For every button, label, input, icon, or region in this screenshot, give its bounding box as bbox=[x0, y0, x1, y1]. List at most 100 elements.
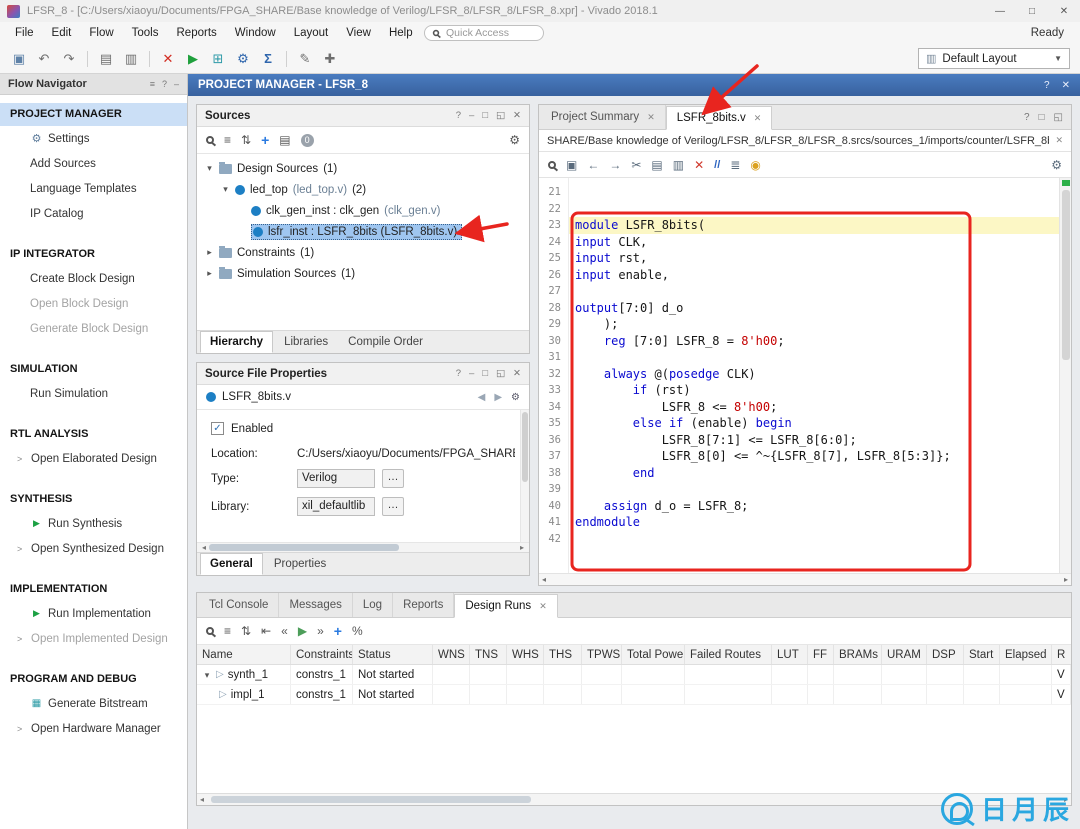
run-icon[interactable]: ▶ bbox=[298, 624, 307, 638]
copy-icon[interactable]: ▤ bbox=[651, 158, 662, 172]
vertical-scrollbar[interactable] bbox=[520, 410, 529, 542]
menu-reports[interactable]: Reports bbox=[168, 22, 226, 44]
scroll-right-icon[interactable]: ▸ bbox=[1064, 575, 1068, 584]
expand-icon[interactable]: > bbox=[17, 724, 26, 734]
flow-nav-item-open-synthesized-design[interactable]: > Open Synthesized Design bbox=[0, 536, 187, 561]
help-icon[interactable]: ? bbox=[456, 110, 461, 121]
collapse-icon[interactable]: ▾ bbox=[202, 665, 212, 684]
menu-tools[interactable]: Tools bbox=[123, 22, 168, 44]
go-to-start-icon[interactable]: ⇤ bbox=[261, 624, 271, 638]
vertical-scrollbar[interactable] bbox=[1059, 178, 1071, 573]
report-icon[interactable]: ▤ bbox=[95, 48, 117, 70]
code-line[interactable]: end bbox=[569, 465, 1059, 482]
float-icon[interactable]: ◱ bbox=[496, 110, 505, 121]
paste-icon[interactable]: ▥ bbox=[673, 158, 684, 172]
collapse-all-icon[interactable]: ≡ bbox=[224, 624, 231, 638]
back-icon[interactable]: ← bbox=[587, 158, 599, 172]
flow-nav-item-run-implementation[interactable]: ▶ Run Implementation bbox=[0, 601, 187, 626]
close-icon[interactable]: ✕ bbox=[1062, 80, 1070, 91]
maximize-icon[interactable]: □ bbox=[482, 368, 488, 379]
column-header-tpws[interactable]: TPWS bbox=[582, 645, 622, 664]
code-line[interactable]: input CLK, bbox=[569, 234, 1059, 251]
source-tree-item-constraints[interactable]: ▸ Constraints (1) bbox=[197, 242, 529, 263]
toggle-comment-icon[interactable]: // bbox=[714, 159, 720, 171]
tab-project-summary[interactable]: Project Summary ✕ bbox=[541, 105, 666, 129]
menu-file[interactable]: File bbox=[6, 22, 43, 44]
messages-count-badge[interactable]: 0 bbox=[300, 133, 314, 147]
column-header-elapsed[interactable]: Elapsed bbox=[1000, 645, 1052, 664]
close-icon[interactable]: ✕ bbox=[754, 106, 762, 130]
column-header-whs[interactable]: WHS bbox=[507, 645, 544, 664]
column-header-dsp[interactable]: DSP bbox=[927, 645, 964, 664]
tab-log[interactable]: Log bbox=[353, 593, 394, 617]
redo-icon[interactable]: ↷ bbox=[58, 48, 80, 70]
horizontal-scrollbar[interactable]: ◂ ▸ bbox=[197, 793, 1071, 805]
horizontal-scrollbar[interactable]: ◂ ▸ bbox=[197, 542, 529, 552]
help-icon[interactable]: ? bbox=[1044, 80, 1050, 91]
run-row-impl-1[interactable]: ▷ impl_1 constrs_1 Not started V bbox=[197, 685, 1071, 705]
flow-nav-item-settings[interactable]: ⚙ Settings bbox=[0, 126, 187, 151]
help-icon[interactable]: ? bbox=[1024, 112, 1030, 123]
gear-icon[interactable]: ⚙ bbox=[511, 392, 520, 403]
code-line[interactable] bbox=[569, 531, 1059, 548]
scrollbar-thumb[interactable] bbox=[209, 544, 399, 551]
flow-nav-section-synthesis[interactable]: SYNTHESIS bbox=[0, 488, 187, 511]
column-header-r[interactable]: R bbox=[1052, 645, 1071, 664]
column-header-ths[interactable]: THS bbox=[544, 645, 582, 664]
flow-nav-item-open-implemented-design[interactable]: > Open Implemented Design bbox=[0, 626, 187, 651]
flow-nav-section-simulation[interactable]: SIMULATION bbox=[0, 358, 187, 381]
save-icon[interactable]: ▣ bbox=[566, 158, 577, 172]
close-icon[interactable]: ✕ bbox=[1055, 135, 1063, 146]
code-editor[interactable]: 21 22 23 24 25 26 27 28 29 30 31 32 33 34 35 36 37 38 39 40… bbox=[539, 178, 1071, 573]
code-line[interactable] bbox=[569, 201, 1059, 218]
caret-icon[interactable]: ▸ bbox=[205, 268, 214, 279]
flow-navigator-icon[interactable]: ⊞ bbox=[207, 48, 229, 70]
horizontal-scrollbar[interactable]: ◂ ▸ bbox=[539, 573, 1071, 585]
flow-nav-item-create-block-design[interactable]: Create Block Design bbox=[0, 266, 187, 291]
browse-library-button[interactable]: … bbox=[382, 497, 404, 516]
minimize-icon[interactable]: – bbox=[469, 368, 474, 379]
clipboard-icon[interactable]: ▥ bbox=[120, 48, 142, 70]
enabled-checkbox[interactable]: ✓ bbox=[211, 422, 224, 435]
back-icon[interactable]: ◀ bbox=[478, 392, 486, 403]
code-area[interactable]: module LSFR_8bits(input CLK, input rst, in… bbox=[569, 178, 1059, 573]
caret-icon[interactable]: ▾ bbox=[221, 184, 230, 195]
menu-layout[interactable]: Layout bbox=[285, 22, 338, 44]
code-line[interactable]: input enable, bbox=[569, 267, 1059, 284]
column-header-name[interactable]: Name bbox=[197, 645, 291, 664]
flow-nav-item-open-hardware-manager[interactable]: > Open Hardware Manager bbox=[0, 716, 187, 741]
expand-collapse-icon[interactable]: ⇅ bbox=[241, 624, 251, 638]
layout-selector[interactable]: ▥ Default Layout ▼ bbox=[918, 48, 1070, 69]
source-tree-item-simulation-sources[interactable]: ▸ Simulation Sources (1) bbox=[197, 263, 529, 284]
flow-nav-item-ip-catalog[interactable]: IP Catalog bbox=[0, 201, 187, 226]
search-icon[interactable] bbox=[206, 136, 214, 144]
close-icon[interactable]: ✕ bbox=[513, 368, 521, 379]
create-run-icon[interactable]: + bbox=[334, 623, 342, 639]
flow-nav-item-add-sources[interactable]: Add Sources bbox=[0, 151, 187, 176]
float-icon[interactable]: ◱ bbox=[496, 368, 505, 379]
code-line[interactable] bbox=[569, 349, 1059, 366]
flow-nav-item-run-simulation[interactable]: Run Simulation bbox=[0, 381, 187, 406]
close-icon[interactable]: ✕ bbox=[1048, 0, 1080, 22]
column-header-tns[interactable]: TNS bbox=[470, 645, 507, 664]
flow-nav-section-program-and-debug[interactable]: PROGRAM AND DEBUG bbox=[0, 668, 187, 691]
code-line[interactable]: else if (enable) begin bbox=[569, 415, 1059, 432]
flow-nav-item-generate-bitstream[interactable]: ▦ Generate Bitstream bbox=[0, 691, 187, 716]
run-row-synth-1[interactable]: ▾ ▷ synth_1 constrs_1 Not started V bbox=[197, 665, 1071, 685]
tab-hierarchy[interactable]: Hierarchy bbox=[200, 331, 274, 353]
tab-messages[interactable]: Messages bbox=[279, 593, 353, 617]
code-line[interactable]: input rst, bbox=[569, 250, 1059, 267]
flow-nav-section-implementation[interactable]: IMPLEMENTATION bbox=[0, 578, 187, 601]
code-line[interactable]: LSFR_8[7:1] <= LSFR_8[6:0]; bbox=[569, 432, 1059, 449]
scroll-left-icon[interactable]: ◂ bbox=[199, 543, 209, 552]
expand-collapse-icon[interactable]: ⇅ bbox=[241, 133, 251, 147]
sum-icon[interactable]: Σ bbox=[257, 48, 279, 70]
quick-access-search[interactable]: Quick Access bbox=[424, 25, 544, 41]
column-header-constraints[interactable]: Constraints bbox=[291, 645, 353, 664]
column-header-uram[interactable]: URAM bbox=[882, 645, 927, 664]
code-line[interactable]: LSFR_8 <= 8'h00; bbox=[569, 399, 1059, 416]
gear-icon[interactable]: ⚙ bbox=[509, 133, 520, 147]
expand-icon[interactable]: > bbox=[17, 544, 26, 554]
run-icon[interactable]: ▶ bbox=[182, 48, 204, 70]
menu-help[interactable]: Help bbox=[380, 22, 422, 44]
